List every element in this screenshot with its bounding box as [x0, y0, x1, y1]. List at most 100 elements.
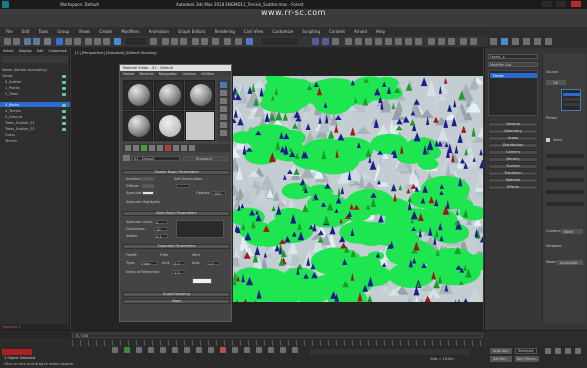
coordinate-display[interactable] — [310, 349, 470, 355]
select-filter-icon[interactable] — [44, 38, 51, 45]
menu-file[interactable]: File — [6, 29, 13, 34]
param-field[interactable] — [546, 178, 584, 182]
play-icon[interactable] — [545, 348, 551, 354]
param-field[interactable] — [546, 202, 584, 206]
status-icon[interactable] — [280, 347, 286, 353]
toolbar-icon-d[interactable] — [375, 38, 382, 45]
amt-field[interactable]: 0.0 — [172, 261, 186, 266]
snap-icon[interactable] — [162, 38, 169, 45]
toolbar-icon-c[interactable] — [365, 38, 372, 45]
visibility-icon[interactable] — [62, 122, 66, 125]
menu-modifiers[interactable]: Modifiers — [121, 29, 139, 34]
copy-material-icon[interactable] — [149, 145, 155, 151]
spec-level-field[interactable]: 0 — [154, 220, 168, 225]
coord-z-icon[interactable] — [160, 347, 166, 353]
scene-item[interactable]: 0_Scatter — [5, 80, 22, 84]
toolbar-icon-b[interactable] — [355, 38, 362, 45]
menu-animation[interactable]: Animation — [149, 29, 169, 34]
rollout-material[interactable]: Material — [488, 178, 538, 183]
coord-y-icon[interactable] — [148, 347, 154, 353]
show-map-icon[interactable] — [173, 145, 179, 151]
toolbar-icon-g[interactable] — [405, 38, 412, 45]
type-field[interactable]: Filter — [140, 261, 158, 266]
visibility-icon[interactable] — [62, 116, 66, 119]
coord-x-icon[interactable] — [136, 347, 142, 353]
diffuse-swatch[interactable] — [142, 184, 154, 188]
reset-map-icon[interactable] — [141, 145, 147, 151]
visibility-icon[interactable] — [62, 81, 66, 84]
rollout-areas[interactable]: Areas — [488, 136, 538, 141]
specular-swatch[interactable] — [142, 191, 154, 195]
status-icon[interactable] — [220, 347, 226, 353]
rollout-geometry[interactable]: Geometry — [488, 129, 538, 134]
scene-item[interactable]: 5_Ground — [5, 115, 22, 119]
me-menu-navigation[interactable]: Navigation — [159, 72, 178, 76]
scene-item[interactable]: 2_Trees — [5, 92, 18, 96]
status-icon[interactable] — [244, 347, 250, 353]
go-to-parent-icon[interactable] — [189, 145, 195, 151]
me-menu-utilities[interactable]: Utilities — [201, 72, 214, 76]
status-icon[interactable] — [268, 347, 274, 353]
material-editor-window[interactable]: Material Editor - 01 - Default Modes Mat… — [119, 64, 232, 322]
close-button[interactable] — [571, 1, 581, 7]
selected-set-dropdown[interactable]: Selected — [515, 348, 537, 354]
status-icon[interactable] — [172, 347, 178, 353]
mode-dropdown[interactable]: Automatic — [557, 260, 583, 265]
maxscript-listener[interactable] — [2, 349, 32, 355]
put-to-library-icon[interactable] — [157, 145, 163, 151]
param-field[interactable] — [546, 190, 584, 194]
reflection-dim-swatch[interactable] — [192, 278, 212, 284]
backlight-icon[interactable] — [220, 90, 227, 96]
toolbar-icon-i[interactable] — [428, 38, 435, 45]
rollout-distribution[interactable]: Distribution — [488, 143, 538, 148]
material-slot[interactable] — [123, 111, 153, 141]
material-id-icon[interactable] — [165, 145, 171, 151]
toolbar-icon-j[interactable] — [438, 38, 445, 45]
absolute-mode-icon[interactable] — [124, 347, 130, 353]
schematic-icon[interactable] — [235, 38, 242, 45]
unlink-icon[interactable] — [33, 38, 40, 45]
render-frame-icon[interactable] — [322, 38, 329, 45]
material-editor-icon[interactable] — [246, 38, 253, 45]
tab-customize[interactable]: Customize — [49, 49, 67, 53]
render-setup-icon[interactable] — [312, 38, 319, 45]
modifier-list-dropdown[interactable]: Modifier List — [488, 62, 538, 67]
undo-icon[interactable] — [4, 38, 11, 45]
menu-create[interactable]: Create — [99, 29, 112, 34]
named-selection-dropdown[interactable] — [262, 38, 298, 45]
rollout-general[interactable]: General — [488, 122, 538, 127]
toolbar-icon-e[interactable] — [385, 38, 392, 45]
select-object-icon[interactable] — [56, 38, 63, 45]
param-field[interactable] — [546, 166, 584, 170]
scale-icon[interactable] — [103, 38, 110, 45]
rotate-icon[interactable] — [94, 38, 101, 45]
redo-icon[interactable] — [13, 38, 20, 45]
rollout-effects[interactable]: Effects — [488, 185, 538, 190]
me-menu-material[interactable]: Material — [139, 72, 153, 76]
curve-editor-icon[interactable] — [224, 38, 231, 45]
utilities-tab-icon[interactable] — [545, 38, 552, 45]
scene-item[interactable]: 4_Terrain — [5, 109, 21, 113]
soften-field[interactable]: 0.1 — [154, 234, 168, 239]
material-slot[interactable] — [185, 80, 215, 110]
rollout-transform[interactable]: Transform — [488, 171, 538, 176]
status-icon[interactable] — [292, 347, 298, 353]
toolbar-icon-a[interactable] — [345, 38, 352, 45]
maps-rollout[interactable]: Maps — [123, 299, 230, 304]
time-config-icon[interactable] — [575, 348, 581, 354]
material-type-button[interactable]: Standard — [183, 156, 228, 161]
create-tab-icon[interactable] — [490, 38, 497, 45]
menu-tools[interactable]: Tools — [38, 29, 48, 34]
status-icon[interactable] — [232, 347, 238, 353]
next-frame-icon[interactable] — [555, 348, 561, 354]
toolbar-icon-m[interactable] — [470, 38, 477, 45]
percent-snap-icon[interactable] — [180, 38, 187, 45]
stack-item[interactable]: Forest — [493, 74, 504, 78]
time-slider[interactable]: 0 / 100 — [72, 333, 483, 338]
scene-item[interactable]: Forest — [2, 74, 13, 78]
scene-item[interactable]: Trees_Scatter_01 — [5, 121, 35, 125]
material-slot-selected[interactable] — [185, 111, 215, 141]
camera-dropdown[interactable]: None — [561, 229, 583, 234]
checkbox[interactable] — [546, 138, 550, 142]
modify-tab-icon[interactable] — [501, 38, 508, 45]
